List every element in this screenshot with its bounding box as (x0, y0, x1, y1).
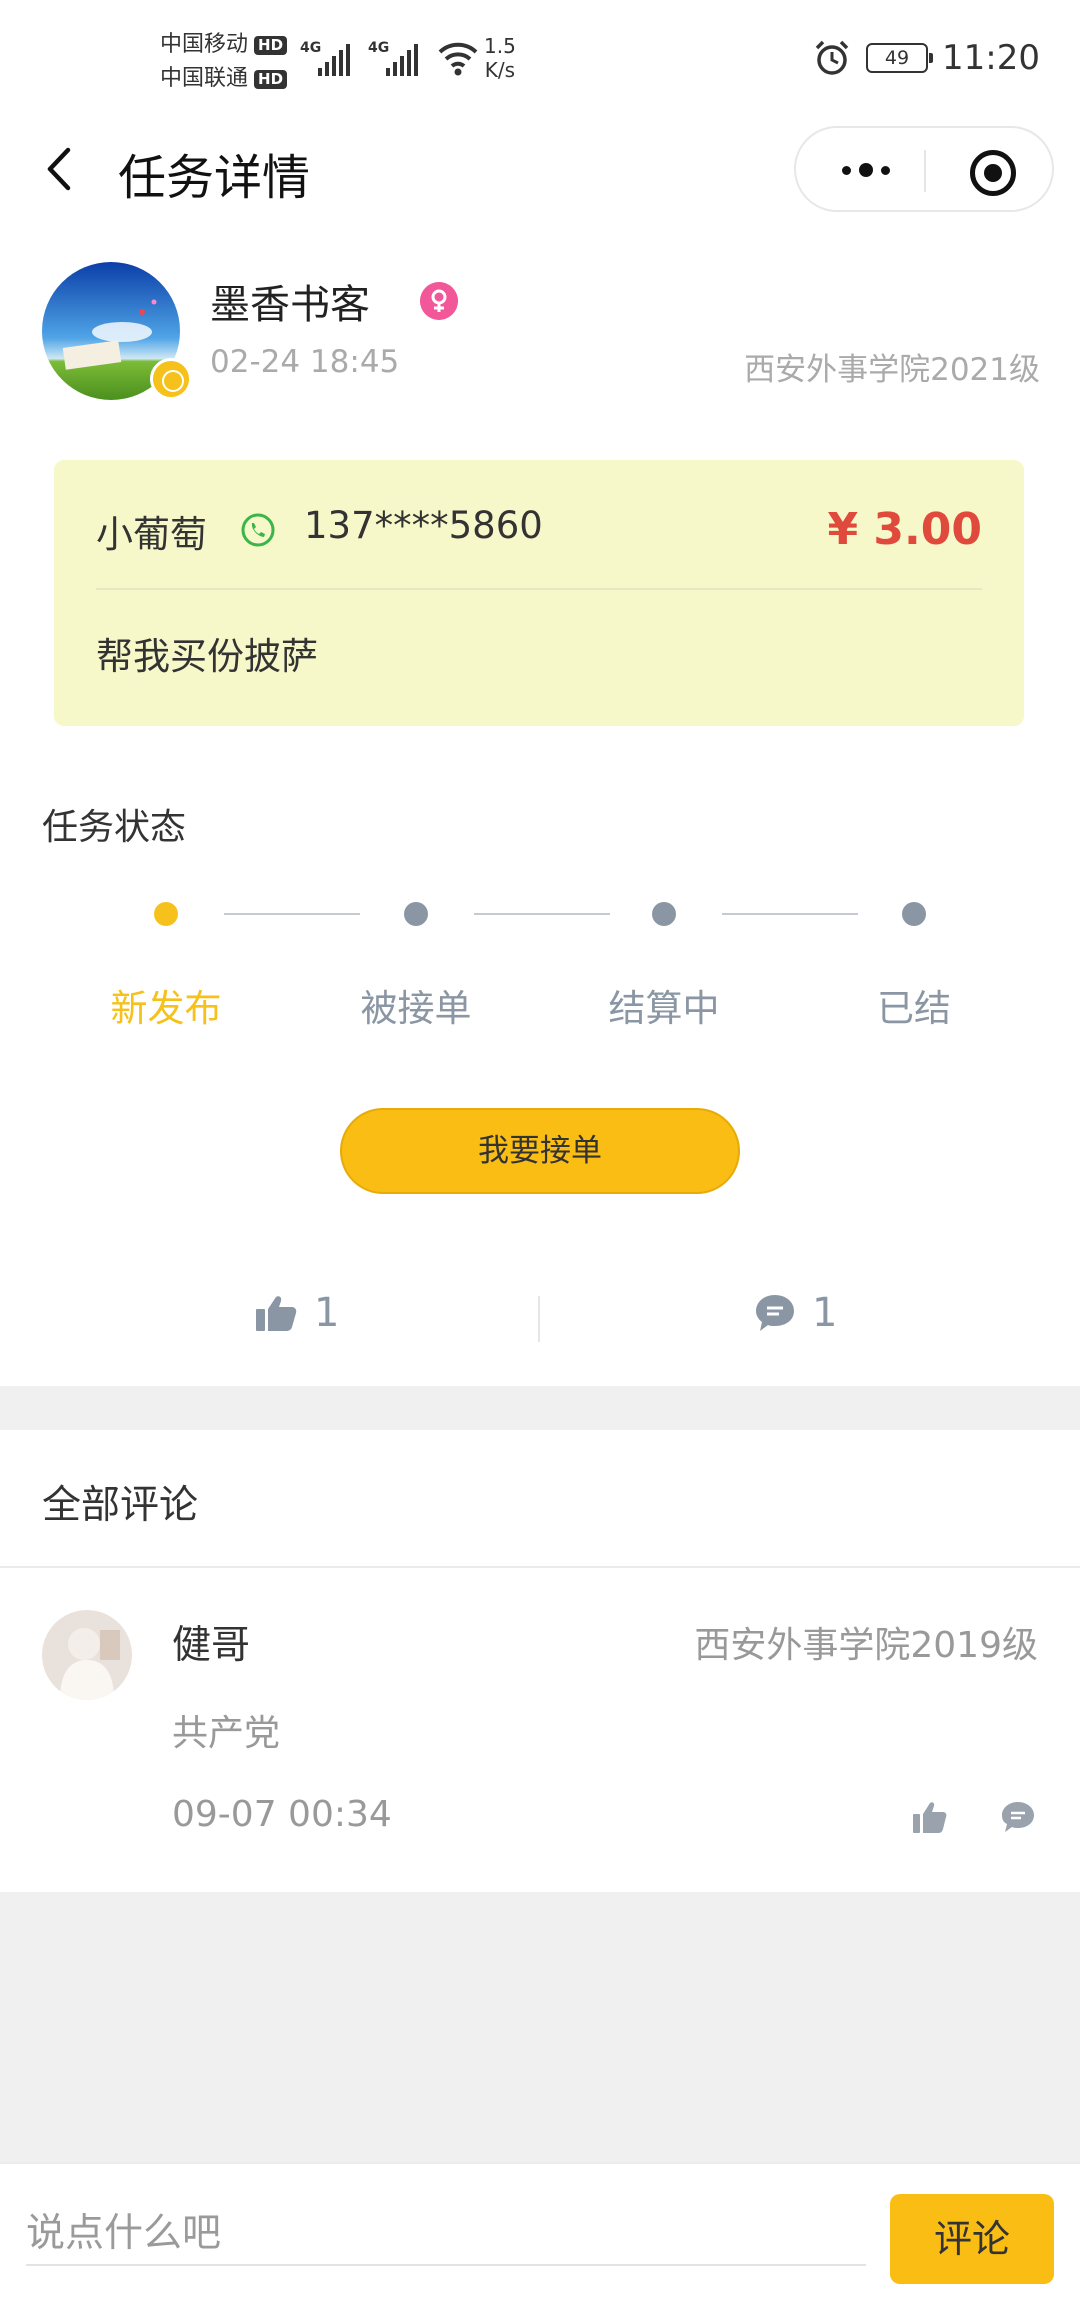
comment-author-school: 西安外事学院2019级 (694, 1625, 1038, 1666)
chevron-left-icon[interactable] (40, 144, 80, 194)
nav-bar: 任务详情 (0, 120, 1080, 220)
step-dot-new (154, 902, 178, 926)
wifi-icon (438, 42, 478, 76)
comment-time: 09-07 00:34 (172, 1794, 392, 1835)
thumbs-up-icon[interactable] (912, 1800, 948, 1834)
carrier-1: 中国移动 (160, 32, 249, 57)
task-price: ¥ 3.00 (827, 504, 983, 555)
status-title: 任务状态 (42, 807, 187, 848)
female-icon (420, 282, 458, 320)
comment-text: 共产党 (172, 1713, 281, 1754)
card-divider (96, 588, 982, 590)
publisher-name: 墨香书客 (210, 282, 370, 328)
alarm-icon (815, 40, 849, 75)
capsule-divider (924, 150, 926, 192)
signal-indicators: 4G 4G (300, 36, 480, 78)
carrier-info: 中国移动 HD 中国联通 HD (160, 28, 288, 96)
commenter-avatar[interactable] (42, 1610, 132, 1700)
publish-time: 02-24 18:45 (210, 344, 400, 380)
comment-author: 健哥 (172, 1623, 251, 1668)
status-bar: 中国移动 HD 中国联通 HD 4G 4G 1.5 K/s 49 11:20 (0, 0, 1080, 120)
like-button[interactable]: 1 (254, 1290, 339, 1336)
task-description: 帮我买份披萨 (96, 635, 318, 678)
like-count: 1 (314, 1290, 340, 1336)
comment-count: 1 (812, 1290, 838, 1336)
more-dots-icon[interactable] (836, 150, 896, 190)
mini-program-capsule (794, 126, 1054, 212)
hd-badge: HD (254, 69, 288, 89)
comment-button[interactable]: 1 (754, 1290, 837, 1336)
count-divider (538, 1296, 540, 1342)
page-title: 任务详情 (118, 150, 311, 206)
target-circle-icon[interactable] (970, 150, 1016, 196)
step-label-settling: 结算中 (608, 987, 720, 1030)
submit-comment-button[interactable]: 评论 (890, 2194, 1054, 2284)
publisher-school: 西安外事学院2021级 (744, 352, 1040, 388)
thumbs-up-icon (256, 1296, 297, 1331)
task-card: 小葡萄 137****5860 ¥ 3.00 帮我买份披萨 (54, 460, 1024, 726)
battery-icon: 49 (866, 43, 934, 73)
verified-badge-icon (150, 358, 192, 400)
comment-bubble-icon[interactable] (1000, 1800, 1036, 1834)
phone-number[interactable]: 137****5860 (304, 504, 543, 547)
clock: 11:20 (942, 38, 1040, 78)
contact-name: 小葡萄 (96, 513, 207, 556)
step-line (474, 913, 610, 915)
comments-divider (0, 1566, 1080, 1568)
signal-icon: 4G (368, 36, 424, 78)
step-dot-done (902, 902, 926, 926)
signal-icon: 4G (300, 36, 356, 78)
step-dot-accepted (404, 902, 428, 926)
step-label-new: 新发布 (110, 987, 222, 1030)
accept-task-button[interactable]: 我要接单 (340, 1108, 740, 1194)
step-line (224, 913, 360, 915)
phone-icon[interactable] (240, 512, 276, 548)
step-label-done: 已结 (877, 987, 951, 1030)
network-speed: 1.5 K/s (484, 34, 516, 82)
carrier-2: 中国联通 (160, 66, 249, 91)
hd-badge: HD (254, 35, 288, 55)
comment-input-bar: 评论 (0, 2162, 1080, 2310)
section-separator (0, 1386, 1080, 1430)
step-dot-settling (652, 902, 676, 926)
empty-area (0, 1892, 1080, 2162)
comment-bubble-icon (756, 1295, 794, 1331)
comment-input[interactable] (26, 2202, 866, 2266)
step-line (722, 913, 858, 915)
step-label-accepted: 被接单 (360, 987, 472, 1030)
comments-header: 全部评论 (42, 1483, 199, 1528)
